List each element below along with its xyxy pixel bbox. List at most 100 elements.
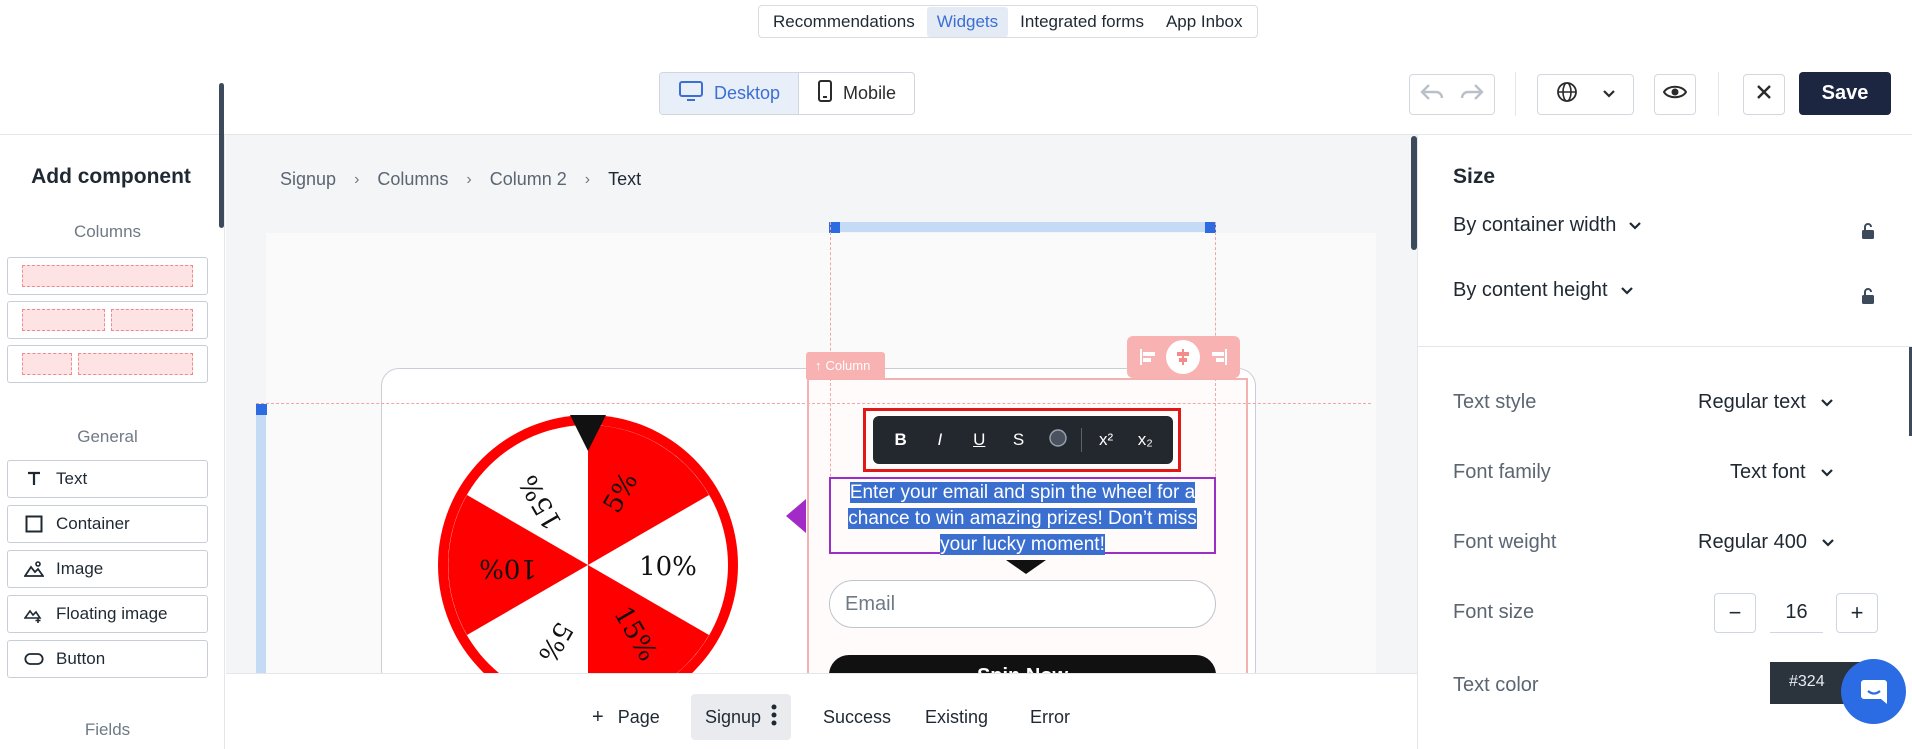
canvas-scrollbar[interactable] [1411,136,1417,250]
device-toggle: Desktop Mobile [659,72,916,115]
font-weight-value: Regular 400 [1698,531,1807,553]
plus-icon: + [592,705,604,728]
column-tag[interactable]: ↑ Column [806,352,885,379]
page-tab-existing[interactable]: Existing [911,694,1002,740]
resize-left-bar[interactable] [256,404,266,674]
left-panel-scrollbar[interactable] [219,83,224,228]
alignment-group [1127,336,1240,378]
font-weight-label: Font weight [1453,531,1557,553]
close-button[interactable] [1743,74,1785,115]
breadcrumb-item[interactable]: Column 2 [490,169,567,190]
breadcrumb-item[interactable]: Signup [280,169,336,190]
size-heading: Size [1453,165,1496,188]
chevron-down-icon [1620,279,1634,302]
font-size-decrease-button[interactable]: − [1714,593,1756,633]
font-weight-dropdown[interactable]: Regular 400 [1698,531,1835,554]
height-mode-dropdown[interactable]: By content height [1453,279,1634,302]
spin-button[interactable]: Spin Now [829,655,1216,673]
resize-top-bar[interactable] [829,222,1216,232]
chevron-down-icon [1628,214,1642,237]
align-right-button[interactable] [1203,341,1235,373]
font-family-dropdown[interactable]: Text font [1730,461,1834,484]
lock-icon[interactable] [1861,287,1875,310]
page-tab-error[interactable]: Error [1016,694,1084,740]
container-icon [24,514,44,534]
eye-icon [1662,84,1688,105]
button-icon [24,649,44,669]
button-component-label: Button [56,649,106,668]
subscript-button[interactable]: x₂ [1126,430,1165,450]
tab-app-inbox[interactable]: App Inbox [1156,7,1253,37]
tab-recommendations[interactable]: Recommendations [763,7,925,37]
text-color-button[interactable] [1038,428,1077,453]
breadcrumb-separator: › [354,170,360,188]
chat-support-button[interactable] [1841,659,1906,724]
superscript-button[interactable]: x² [1086,430,1125,450]
desktop-button[interactable]: Desktop [660,73,800,114]
floating-image-component-label: Floating image [56,604,168,623]
undo-icon[interactable] [1419,82,1445,107]
language-dropdown[interactable] [1537,74,1634,115]
selected-text[interactable]: Enter your email and spin the wheel for … [832,480,1213,558]
button-component[interactable]: Button [7,640,208,678]
chat-icon [1860,679,1887,704]
arrow-up-icon: ↑ [815,358,822,373]
desktop-icon [678,80,704,107]
panel-title: Add component [31,165,191,188]
wheel-label: 10% [479,553,537,583]
prize-wheel[interactable]: 5% 10% 15% 5% 10% 15% [435,410,745,673]
email-placeholder: Email [845,592,896,615]
page-tab-success[interactable]: Success [809,694,905,740]
font-size-input[interactable]: 16 [1770,593,1823,633]
align-left-button[interactable] [1132,341,1164,373]
container-component[interactable]: Container [7,505,208,543]
floating-image-component[interactable]: Floating image [7,595,208,633]
email-input[interactable]: Email [829,580,1216,628]
image-component[interactable]: Image [7,550,208,588]
text-icon [24,469,44,489]
tab-integrated-forms[interactable]: Integrated forms [1010,7,1154,37]
text-component[interactable]: Text [7,460,208,498]
save-button[interactable]: Save [1799,72,1891,115]
general-section-label: General [77,427,138,446]
breadcrumb-item[interactable]: Columns [377,169,448,190]
resize-handle[interactable] [256,404,267,415]
more-vertical-icon[interactable] [771,704,777,731]
text-style-label: Text style [1453,391,1537,413]
image-icon [24,559,44,579]
italic-button[interactable]: I [920,430,959,450]
text-style-dropdown[interactable]: Regular text [1698,391,1834,414]
bold-button[interactable]: B [881,430,920,450]
text-color-value: #324 [1789,673,1825,690]
width-mode-dropdown[interactable]: By container width [1453,214,1642,237]
lock-icon[interactable] [1861,222,1875,245]
font-size-label: Font size [1453,601,1535,623]
text-drag-handle[interactable] [786,499,806,533]
text-component-label: Text [56,469,88,488]
image-component-label: Image [56,559,104,578]
spin-button-clip: Spin Now [829,655,1216,673]
add-component-panel: Add component Columns General Text Conta… [0,135,225,749]
page-tab-signup[interactable]: Signup [691,694,792,740]
font-size-increase-button[interactable]: + [1836,593,1878,633]
text-color-label: Text color [1453,674,1539,696]
underline-button[interactable]: U [960,430,999,450]
top-navigation: Recommendations Widgets Integrated forms… [758,5,1258,38]
align-center-button[interactable] [1166,340,1201,374]
mobile-button[interactable]: Mobile [799,73,914,114]
add-page-button[interactable]: + Page [578,694,674,740]
two-column-layout[interactable] [7,301,208,339]
columns-section-label: Columns [73,222,142,241]
chevron-down-icon [1821,531,1835,554]
caret-down-icon [1006,560,1046,574]
page-tab-label: Signup [705,706,762,727]
breadcrumb-separator: › [584,170,591,188]
uneven-column-layout[interactable] [7,345,208,383]
panel-divider [1418,346,1912,347]
page-tabs-bar: + Page Signup Success Existing Error [226,673,1417,749]
preview-button[interactable] [1654,74,1696,115]
strikethrough-button[interactable]: S [999,430,1038,450]
redo-icon[interactable] [1459,82,1485,107]
one-column-layout[interactable] [7,257,208,295]
tab-widgets[interactable]: Widgets [926,6,1009,37]
